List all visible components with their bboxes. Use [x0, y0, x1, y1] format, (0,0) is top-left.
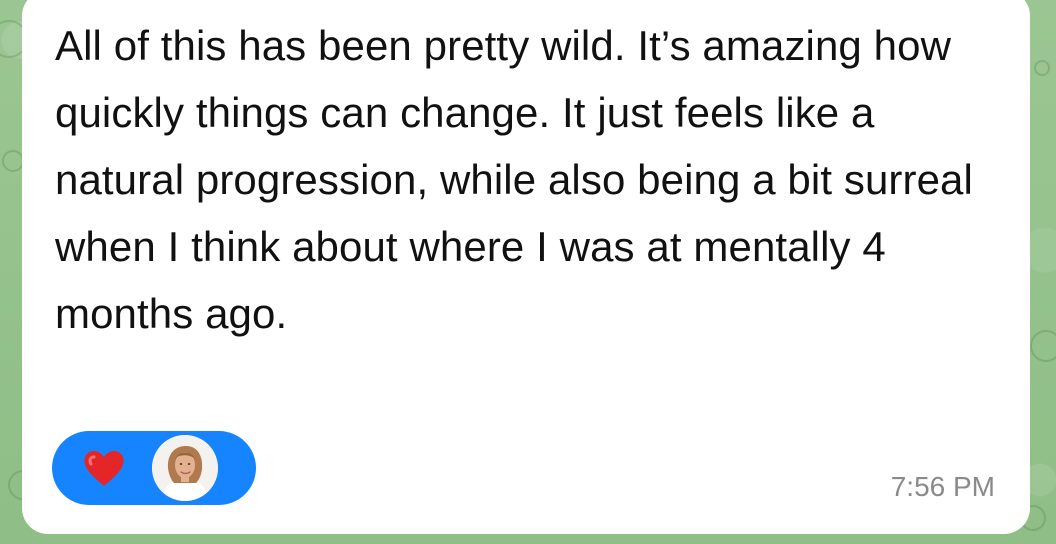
wallpaper-doodle: [1030, 330, 1056, 362]
message-timestamp: 7:56 PM: [890, 471, 995, 502]
avatar: [152, 435, 218, 501]
message-bubble[interactable]: All of this has been pretty wild. It’s a…: [22, 0, 1030, 534]
message-text: All of this has been pretty wild. It’s a…: [55, 22, 973, 337]
heart-icon: [84, 451, 124, 486]
wallpaper-doodle: [2, 150, 24, 172]
reaction-pill[interactable]: [52, 431, 256, 505]
wallpaper-doodle: [1034, 60, 1050, 76]
